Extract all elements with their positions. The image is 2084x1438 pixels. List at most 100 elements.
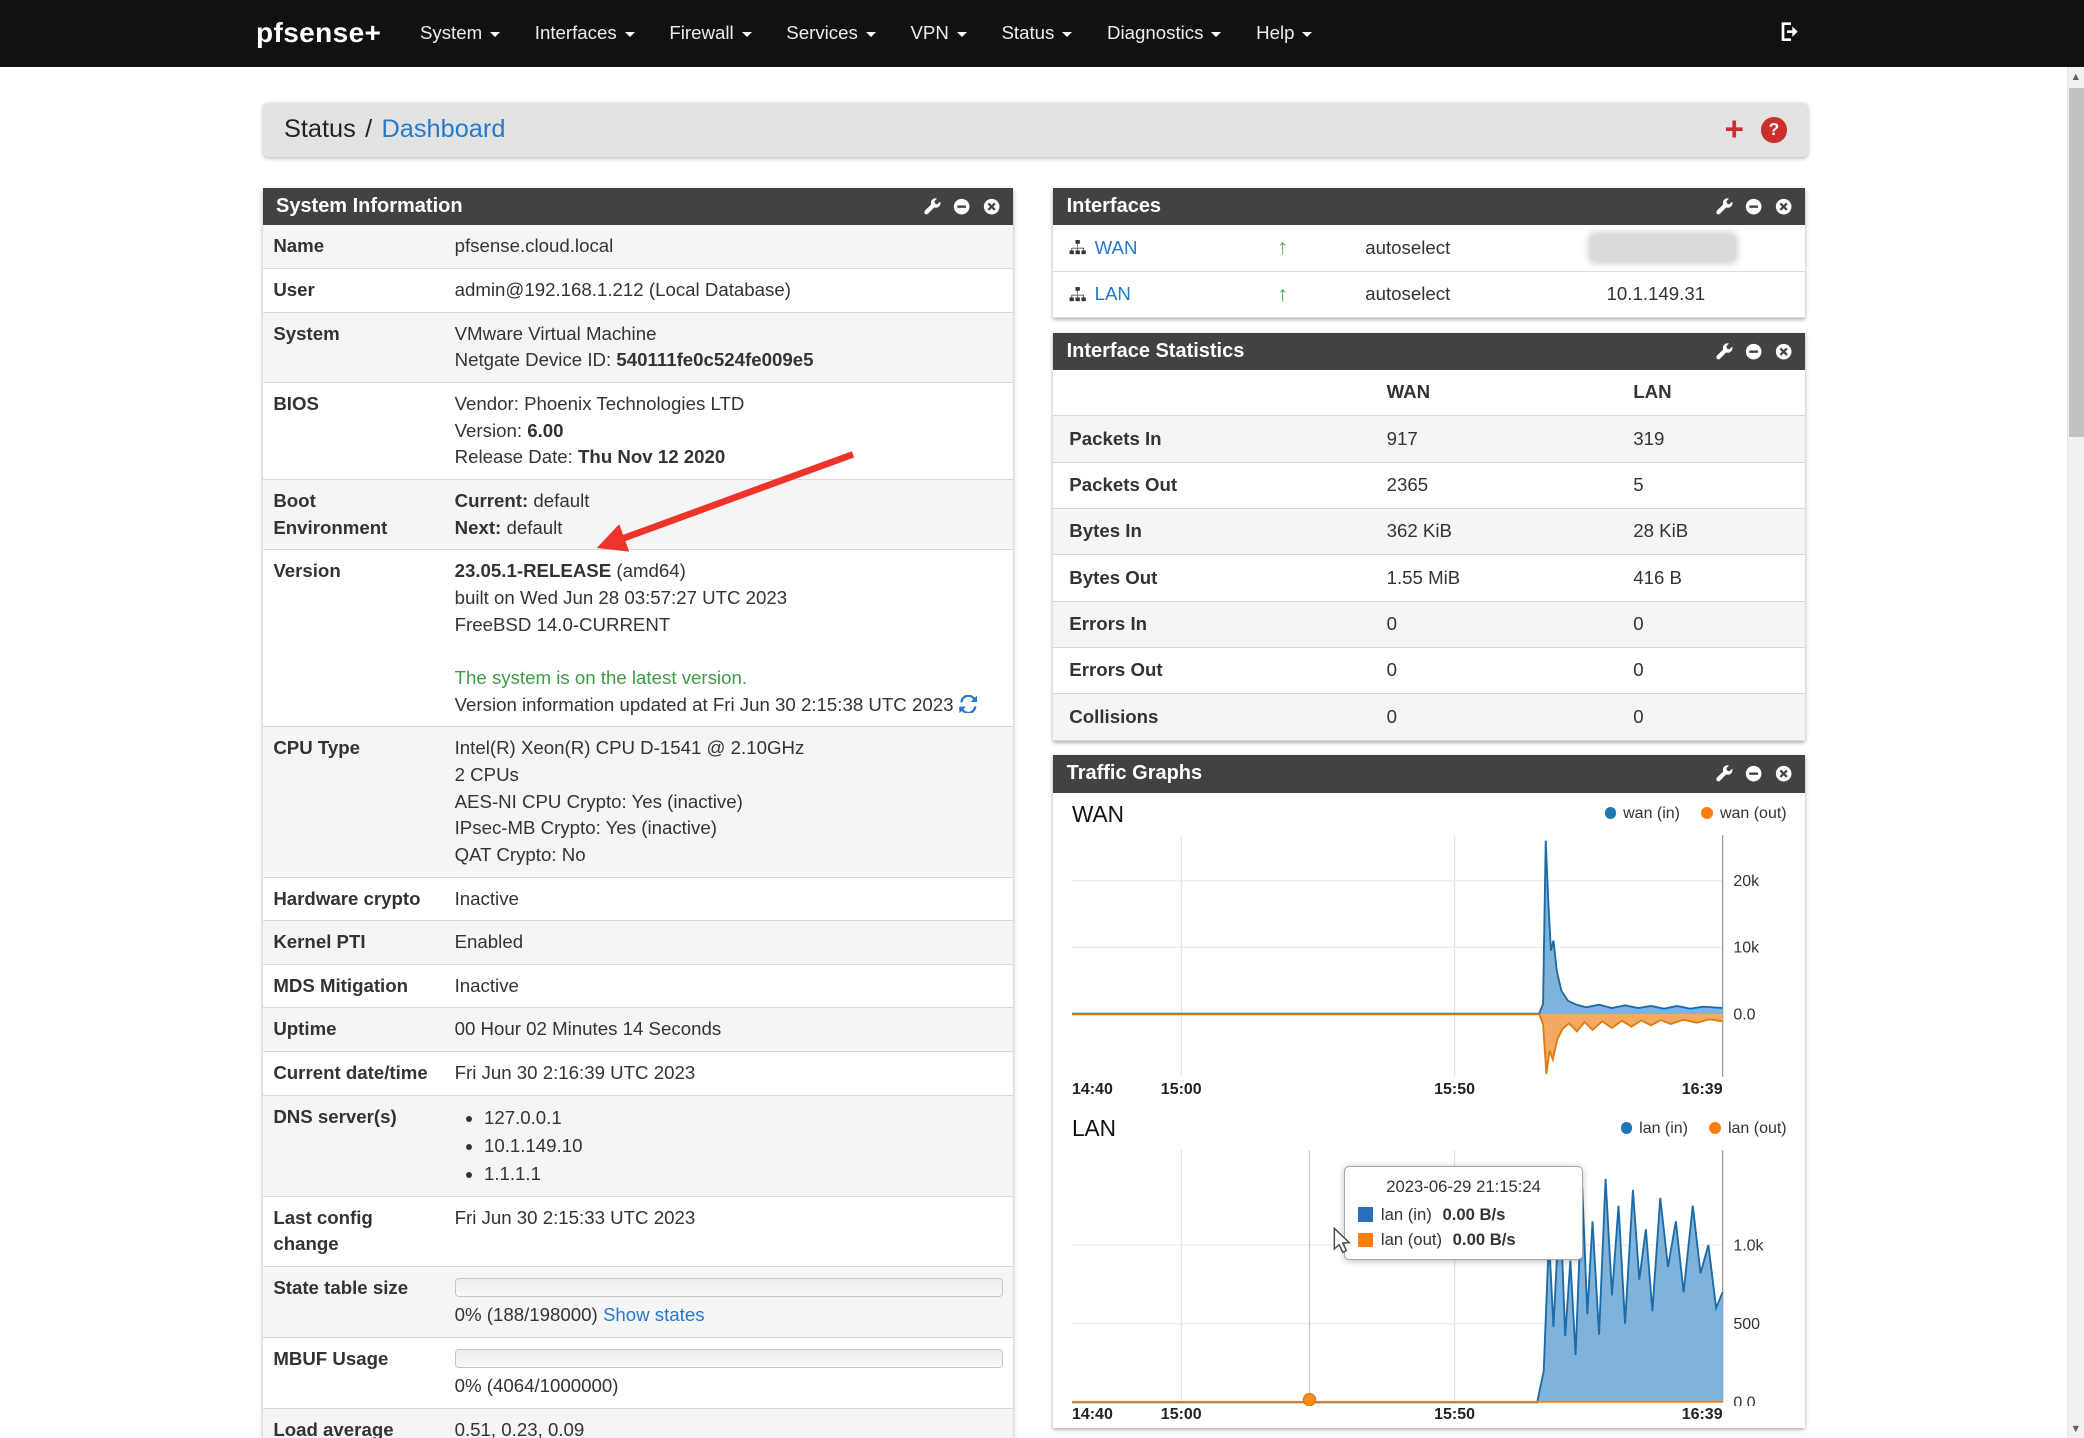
lan-graph-x-axis: 14:4015:0015:5016:39: [1072, 1406, 1723, 1427]
row-value: Vendor: Phoenix Technologies LTDVersion:…: [444, 382, 1013, 479]
help-question-icon[interactable]: ?: [1761, 117, 1786, 142]
interface-link-lan[interactable]: LAN: [1095, 283, 1131, 304]
legend-dot-icon: [1621, 1122, 1633, 1134]
sysinfo-row-boot-environment: Boot EnvironmentCurrent: defaultNext: de…: [263, 479, 1014, 549]
stats-value: 416 B: [1633, 555, 1805, 601]
panel-header: Interface Statistics: [1053, 333, 1805, 370]
row-label: System: [263, 312, 444, 382]
row-value: Fri Jun 30 2:15:33 UTC 2023: [444, 1196, 1013, 1266]
interface-statistics-table: WANLAN Packets In917319Packets Out23655B…: [1053, 370, 1805, 741]
stats-column-lan: LAN: [1633, 370, 1805, 416]
collapse-minus-icon[interactable]: [953, 198, 970, 215]
sysinfo-row-last-config-change: Last config changeFri Jun 30 2:15:33 UTC…: [263, 1196, 1014, 1266]
stats-value: 917: [1387, 416, 1634, 462]
value-text: 23.05.1-RELEASE: [455, 560, 612, 581]
pfsense-logo[interactable]: pfsense+: [256, 17, 381, 49]
breadcrumb-page-link[interactable]: Dashboard: [382, 115, 506, 144]
nav-item-services[interactable]: Services: [769, 22, 893, 44]
close-icon[interactable]: [1775, 198, 1792, 215]
scrollbar-up-arrow[interactable]: ▲: [2068, 67, 2084, 87]
nav-item-vpn[interactable]: VPN: [893, 22, 984, 44]
page-scrollbar[interactable]: ▲ ▼: [2067, 67, 2084, 1438]
panel-actions: [924, 198, 1000, 215]
legend-item-lan-out: lan (out): [1709, 1120, 1786, 1138]
close-icon[interactable]: [1775, 765, 1792, 782]
nav-item-help[interactable]: Help: [1239, 22, 1330, 44]
row-value: Fri Jun 30 2:16:39 UTC 2023: [444, 1052, 1013, 1096]
settings-wrench-icon[interactable]: [1716, 765, 1733, 782]
top-navbar: pfsense+ SystemInterfacesFirewallService…: [0, 0, 2084, 67]
add-widget-icon[interactable]: +: [1724, 113, 1743, 146]
interface-name-cell: LAN: [1053, 271, 1266, 317]
row-label: CPU Type: [263, 727, 444, 877]
panel-title: Interfaces: [1067, 195, 1161, 218]
list-item: 127.0.0.1: [484, 1104, 1003, 1132]
system-information-panel: System Information Namepfsense.cloud.loc…: [263, 188, 1014, 1438]
collapse-minus-icon[interactable]: [1745, 343, 1762, 360]
breadcrumb-separator: /: [365, 115, 372, 144]
legend-item-wan-in: wan (in): [1605, 805, 1681, 823]
stats-row-label: Errors In: [1053, 601, 1386, 647]
nav-item-status[interactable]: Status: [984, 22, 1090, 44]
value-text: Inactive: [455, 888, 519, 909]
lan-graph-header: LAN lan (in)lan (out): [1072, 1115, 1787, 1142]
value-text: The system is on the latest version.: [455, 667, 747, 688]
stats-row-label: Bytes In: [1053, 508, 1386, 554]
nav-item-label: Help: [1256, 22, 1294, 43]
interface-row-wan: WAN↑autoselect: [1053, 225, 1805, 271]
nav-item-label: Diagnostics: [1107, 22, 1203, 43]
scrollbar-down-arrow[interactable]: ▼: [2068, 1419, 2084, 1438]
row-value: VMware Virtual MachineNetgate Device ID:…: [444, 312, 1013, 382]
row-label: Uptime: [263, 1008, 444, 1052]
tooltip-series-name: lan (out): [1381, 1230, 1442, 1250]
wan-graph[interactable]: 20k10k0.0: [1072, 830, 1787, 1081]
breadcrumb-section: Status: [284, 115, 356, 144]
series-color-icon: [1358, 1207, 1373, 1222]
close-icon[interactable]: [983, 198, 1000, 215]
show-states-link[interactable]: Show states: [603, 1304, 705, 1325]
wan-graph-plot[interactable]: 20k10k0.0: [1072, 830, 1792, 1081]
panel-header: Traffic Graphs: [1053, 755, 1805, 792]
interface-address-cell: [1596, 225, 1805, 271]
lan-graph[interactable]: 1.0k5000.0 2023-06-29 21:15:24 lan (in)0…: [1072, 1145, 1787, 1406]
row-label: Name: [263, 225, 444, 268]
nav-item-diagnostics[interactable]: Diagnostics: [1090, 22, 1239, 44]
stats-value: 362 KiB: [1387, 508, 1634, 554]
collapse-minus-icon[interactable]: [1745, 198, 1762, 215]
settings-wrench-icon[interactable]: [1716, 343, 1733, 360]
row-label: State table size: [263, 1267, 444, 1338]
sysinfo-row-current-date-time: Current date/timeFri Jun 30 2:16:39 UTC …: [263, 1052, 1014, 1096]
system-information-table: Namepfsense.cloud.localUseradmin@192.168…: [263, 225, 1014, 1438]
nav-menu: SystemInterfacesFirewallServicesVPNStatu…: [403, 22, 1330, 44]
panel-actions: [1716, 765, 1792, 782]
row-label: Boot Environment: [263, 479, 444, 549]
lan-graph-legend: lan (in)lan (out): [1621, 1120, 1787, 1138]
x-tick-label: 16:39: [1682, 1406, 1723, 1424]
panel-header: Interfaces: [1053, 188, 1805, 225]
progress-bar: [455, 1349, 1003, 1368]
interface-address: 10.1.149.31: [1607, 283, 1706, 304]
nav-item-interfaces[interactable]: Interfaces: [517, 22, 652, 44]
logout-icon[interactable]: [1779, 21, 1800, 48]
tooltip-date: 2023-06-29 21:15:24: [1358, 1177, 1569, 1197]
settings-wrench-icon[interactable]: [1716, 198, 1733, 215]
graph-tooltip: 2023-06-29 21:15:24 lan (in)0.00 B/slan …: [1344, 1166, 1583, 1260]
refresh-icon[interactable]: [959, 695, 978, 714]
row-value: Inactive: [444, 964, 1013, 1008]
settings-wrench-icon[interactable]: [924, 198, 941, 215]
left-column: System Information Namepfsense.cloud.loc…: [263, 188, 1014, 1438]
stats-value: 0: [1633, 647, 1805, 693]
nav-item-firewall[interactable]: Firewall: [652, 22, 769, 44]
row-value: 23.05.1-RELEASE (amd64)built on Wed Jun …: [444, 550, 1013, 727]
x-tick-label: 15:00: [1161, 1406, 1202, 1424]
progress-bar: [455, 1278, 1003, 1297]
value-text: Fri Jun 30 2:16:39 UTC 2023: [455, 1062, 696, 1083]
nav-item-system[interactable]: System: [403, 22, 518, 44]
row-value: Current: defaultNext: default: [444, 479, 1013, 549]
collapse-minus-icon[interactable]: [1745, 765, 1762, 782]
dns-server-list: 127.0.0.110.1.149.101.1.1.1: [455, 1104, 1003, 1188]
scrollbar-thumb[interactable]: [2069, 88, 2084, 437]
interface-link-wan[interactable]: WAN: [1095, 237, 1138, 258]
chevron-down-icon: [1302, 32, 1312, 37]
close-icon[interactable]: [1775, 343, 1792, 360]
